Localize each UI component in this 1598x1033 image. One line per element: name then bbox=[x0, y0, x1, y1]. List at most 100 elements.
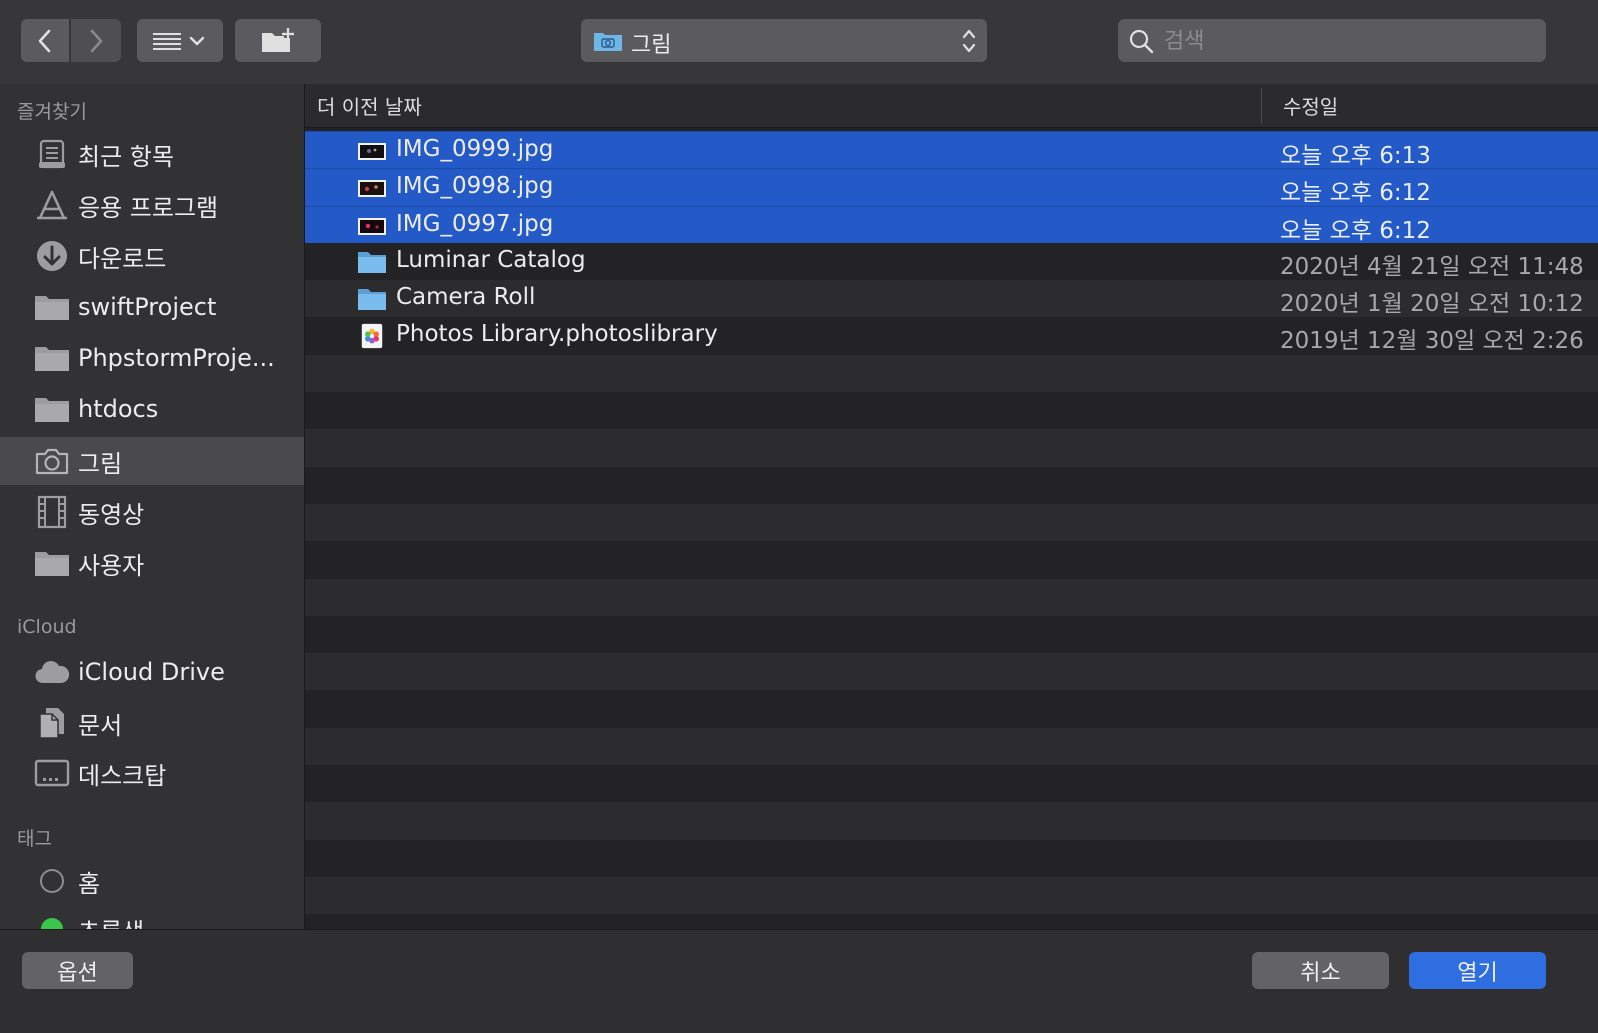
sidebar-item-label: 데스크탑 bbox=[78, 761, 167, 790]
empty-row bbox=[305, 914, 1598, 929]
new-folder-icon bbox=[262, 27, 294, 52]
open-button[interactable]: 열기 bbox=[1409, 952, 1546, 989]
sidebar-item-pictures[interactable]: 그림 bbox=[0, 437, 304, 485]
file-row[interactable]: IMG_0999.jpg 오늘 오후 6:13 bbox=[305, 131, 1598, 169]
document-icon bbox=[34, 707, 70, 739]
film-icon bbox=[34, 495, 70, 529]
empty-row bbox=[305, 727, 1598, 766]
file-name: IMG_0999.jpg bbox=[396, 136, 554, 162]
empty-row bbox=[305, 616, 1598, 653]
camera-folder-icon bbox=[594, 33, 622, 51]
sidebar-item-documents[interactable]: 문서 bbox=[0, 699, 304, 747]
file-row[interactable]: Photos Library.photoslibrary 2019년 12월 3… bbox=[305, 317, 1598, 354]
sidebar-item-tag-home[interactable]: 홈 bbox=[0, 857, 304, 905]
sidebar-item-htdocs[interactable]: htdocs bbox=[0, 385, 304, 433]
sidebar-item-icloud-drive[interactable]: iCloud Drive bbox=[0, 648, 304, 696]
folder-icon bbox=[358, 251, 386, 273]
toolbar: 그림 bbox=[0, 0, 1598, 85]
sidebar-item-movies[interactable]: 동영상 bbox=[0, 488, 304, 536]
chevron-left-icon bbox=[38, 29, 51, 52]
sidebar-item-label: iCloud Drive bbox=[78, 658, 225, 686]
file-date: 2020년 1월 20일 오전 10:12 bbox=[1280, 291, 1584, 318]
sidebar-item-applications[interactable]: 응용 프로그램 bbox=[0, 181, 304, 229]
photos-library-icon bbox=[361, 324, 383, 349]
folder-icon bbox=[34, 547, 70, 579]
search-field[interactable] bbox=[1118, 19, 1546, 62]
column-divider[interactable] bbox=[1261, 88, 1262, 124]
file-name: IMG_0997.jpg bbox=[396, 210, 554, 237]
file-name: Camera Roll bbox=[396, 284, 536, 311]
folder-icon bbox=[358, 289, 386, 311]
file-row[interactable]: IMG_0997.jpg 오늘 오후 6:12 bbox=[305, 205, 1598, 244]
sidebar-item-label: 사용자 bbox=[78, 551, 145, 580]
forward-button[interactable] bbox=[71, 19, 121, 62]
sidebar-item-label: 초록색 bbox=[78, 912, 144, 930]
sidebar-item-label: 최근 항목 bbox=[78, 142, 174, 171]
file-date: 2020년 4월 21일 오전 11:48 bbox=[1280, 253, 1584, 280]
sidebar-item-tag-green[interactable]: 초록색 bbox=[0, 905, 304, 929]
view-options-button[interactable] bbox=[137, 19, 223, 62]
sidebar-item-label: htdocs bbox=[78, 395, 159, 423]
cancel-button[interactable]: 취소 bbox=[1252, 952, 1389, 989]
empty-row bbox=[305, 541, 1598, 578]
sidebar-item-label: PhpstormProje... bbox=[78, 344, 275, 372]
file-rows: IMG_0999.jpg 오늘 오후 6:13 IMG_0998.jpg 오늘 … bbox=[305, 131, 1598, 929]
back-button[interactable] bbox=[21, 19, 69, 62]
file-name: Photos Library.photoslibrary bbox=[396, 321, 718, 348]
empty-row bbox=[305, 653, 1598, 691]
column-header-date-modified[interactable]: 수정일 bbox=[1283, 91, 1338, 120]
search-icon bbox=[1129, 29, 1154, 54]
sidebar-item-label: swiftProject bbox=[78, 293, 217, 321]
sidebar: 즐겨찾기 최근 항목 응용 프로그램 다운로드 swiftProject Php… bbox=[0, 84, 305, 929]
folder-icon bbox=[34, 393, 70, 425]
file-date: 오늘 오후 6:12 bbox=[1280, 180, 1431, 207]
sidebar-item-users[interactable]: 사용자 bbox=[0, 539, 304, 587]
list-header: 더 이전 날짜 수정일 bbox=[305, 84, 1598, 128]
file-row[interactable]: IMG_0998.jpg 오늘 오후 6:12 bbox=[305, 168, 1598, 207]
sidebar-item-downloads[interactable]: 다운로드 bbox=[0, 232, 304, 280]
empty-row bbox=[305, 467, 1598, 504]
column-header-name[interactable]: 더 이전 날짜 bbox=[317, 91, 422, 120]
recents-icon bbox=[34, 138, 70, 170]
search-input[interactable] bbox=[1162, 23, 1536, 59]
image-thumbnail-icon bbox=[358, 217, 386, 235]
sidebar-item-label: 문서 bbox=[78, 711, 123, 740]
location-label: 그림 bbox=[631, 33, 672, 58]
up-down-chevron-icon bbox=[962, 29, 976, 53]
empty-row bbox=[305, 690, 1598, 727]
sidebar-item-label: 홈 bbox=[78, 869, 101, 898]
file-date: 2019년 12월 30일 오전 2:26 bbox=[1280, 328, 1584, 355]
empty-row bbox=[305, 429, 1598, 467]
sidebar-item-swiftproject[interactable]: swiftProject bbox=[0, 283, 304, 331]
location-popup[interactable]: 그림 bbox=[581, 19, 987, 62]
file-date: 오늘 오후 6:13 bbox=[1280, 143, 1431, 169]
sidebar-item-label: 그림 bbox=[78, 449, 123, 478]
empty-row bbox=[305, 802, 1598, 840]
bottom-bar: 옵션 취소 열기 bbox=[0, 929, 1598, 1033]
tag-circle-icon bbox=[34, 865, 70, 897]
sidebar-item-desktop[interactable]: 데스크탑 bbox=[0, 749, 304, 797]
file-row[interactable]: Luminar Catalog 2020년 4월 21일 오전 11:48 bbox=[305, 243, 1598, 280]
empty-row bbox=[305, 840, 1598, 877]
sidebar-section-tags: 태그 bbox=[17, 828, 52, 850]
file-date: 오늘 오후 6:12 bbox=[1280, 217, 1431, 244]
empty-row bbox=[305, 503, 1598, 542]
options-button[interactable]: 옵션 bbox=[22, 952, 133, 989]
downloads-icon bbox=[34, 240, 70, 272]
new-folder-button[interactable] bbox=[235, 19, 321, 62]
image-thumbnail-icon bbox=[358, 180, 386, 198]
sidebar-item-recents[interactable]: 최근 항목 bbox=[0, 130, 304, 178]
empty-row bbox=[305, 392, 1598, 429]
chevron-right-icon bbox=[90, 29, 103, 52]
sidebar-item-label: 동영상 bbox=[78, 500, 145, 529]
open-file-dialog: 그림 즐겨찾기 최근 항목 응용 프로그램 bbox=[0, 0, 1598, 1033]
file-name: IMG_0998.jpg bbox=[396, 173, 554, 200]
list-view-icon bbox=[153, 32, 205, 50]
empty-row bbox=[305, 578, 1598, 616]
applications-icon bbox=[34, 189, 70, 221]
sidebar-item-phpstormprojects[interactable]: PhpstormProje... bbox=[0, 334, 304, 382]
file-list: 더 이전 날짜 수정일 IMG_0999.jpg 오늘 오후 6:13 IMG_… bbox=[305, 84, 1598, 929]
sidebar-section-icloud: iCloud bbox=[17, 616, 77, 638]
file-row[interactable]: Camera Roll 2020년 1월 20일 오전 10:12 bbox=[305, 280, 1598, 318]
desktop-icon bbox=[34, 757, 70, 789]
